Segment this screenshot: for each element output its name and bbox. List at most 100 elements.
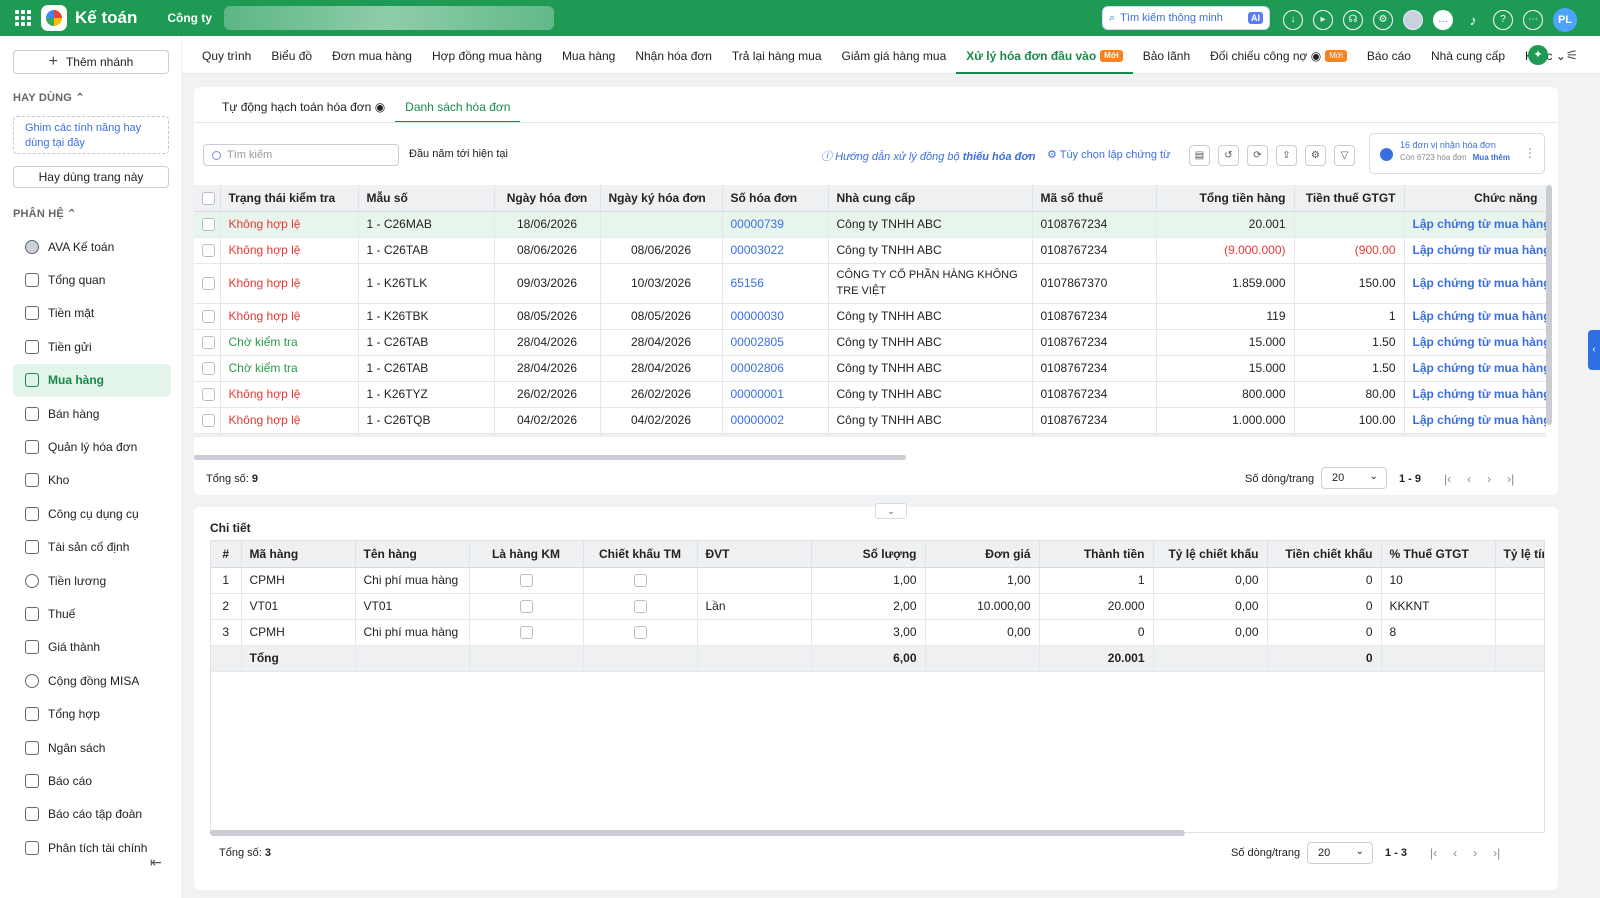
voucher-option-link[interactable]: ⚙ Tùy chọn lập chứng từ (1047, 148, 1170, 161)
create-voucher-link[interactable]: Lập chứng từ mua hàng (1413, 413, 1546, 427)
tab-purchase-order[interactable]: Đơn mua hàng (322, 36, 422, 74)
sidebar-item-report[interactable]: Báo cáo (13, 764, 171, 797)
col-form[interactable]: Mẫu số (358, 185, 495, 212)
col-total[interactable]: Tổng tiền hàng (1156, 185, 1295, 212)
user-avatar[interactable]: PL (1553, 8, 1577, 32)
prev-page-icon[interactable]: ‹ (1453, 846, 1457, 860)
invoice-row[interactable]: Không hợp lệ 1 - K26TYZ 26/02/2026 26/02/20… (194, 381, 1546, 408)
company-name-redacted[interactable] (224, 6, 555, 30)
row-checkbox[interactable] (202, 388, 215, 402)
create-voucher-link[interactable]: Lập chứng từ mua hàng (1413, 276, 1546, 290)
col-amount[interactable]: Thành tiền (1039, 541, 1154, 568)
detail-row[interactable]: 1 CPMH Chi phí mua hàng 1,00 1,00 1 0,00 0 10 (211, 567, 1544, 594)
sidebar-item-ava[interactable]: AVA Kế toán (13, 230, 171, 263)
promo-checkbox[interactable] (519, 626, 533, 640)
promo-checkbox[interactable] (519, 574, 533, 588)
history-icon[interactable]: ↺ (1218, 145, 1239, 166)
refresh-icon[interactable]: ⟳ (1247, 145, 1268, 166)
invoice-search-input[interactable]: Tìm kiếm (203, 144, 399, 166)
row-checkbox[interactable] (202, 310, 215, 324)
smart-search-box[interactable]: ⌕ Tìm kiếm thông minh AI (1102, 6, 1270, 30)
create-voucher-link[interactable]: Lập chứng từ mua hàng (1413, 387, 1546, 401)
col-discount-rate[interactable]: Tỷ lệ chiết khấu (1153, 541, 1268, 568)
more-vertical-icon[interactable]: ⋮ (1524, 146, 1536, 160)
col-trade-discount[interactable]: Chiết khấu TM (583, 541, 698, 568)
tab-purchase-return[interactable]: Trả lại hàng mua (722, 36, 832, 74)
col-number[interactable]: Số hóa đơn (722, 185, 829, 212)
first-page-icon[interactable]: |‹ (1430, 846, 1437, 860)
bell-icon[interactable]: ♪ (1463, 10, 1483, 30)
col-promo[interactable]: Là hàng KM (469, 541, 584, 568)
create-voucher-link[interactable]: Lập chứng từ mua hàng (1413, 335, 1546, 349)
modules-section-label[interactable]: PHÂN HỆ ⌃ (13, 207, 77, 220)
tab-auto-accounting[interactable]: Tự động hạch toán hóa đơn ◉ (212, 87, 395, 123)
collapse-panel-toggle[interactable]: ⌄ (875, 503, 907, 519)
filter-icon[interactable]: ▽ (1334, 145, 1355, 166)
sidebar-item-budget[interactable]: Ngân sách (13, 731, 171, 764)
sync-guide-link[interactable]: ⓘ Hướng dẫn xử lý đồng bộ thiếu hóa đơn (821, 148, 1035, 164)
trade-discount-checkbox[interactable] (633, 600, 647, 614)
tab-purchase-discount[interactable]: Giảm giá hàng mua (832, 36, 957, 74)
export-icon[interactable]: ⇪ (1276, 145, 1297, 166)
col-quantity[interactable]: Số lượng (811, 541, 926, 568)
next-page-icon[interactable]: › (1487, 472, 1491, 486)
invoice-row[interactable]: Không hợp lệ 1 - C26MAB 18/06/2026 00000739… (194, 211, 1546, 238)
sidebar-item-purchasing[interactable]: Mua hàng (13, 363, 171, 397)
col-status[interactable]: Trạng thái kiểm tra (220, 185, 359, 212)
frequent-page-button[interactable]: Hay dùng trang này (13, 166, 169, 188)
sidebar-item-community[interactable]: Cộng đồng MISA (13, 664, 171, 697)
add-branch-button[interactable]: + Thêm nhánh (13, 50, 169, 74)
row-checkbox[interactable] (202, 362, 215, 376)
invoice-row[interactable]: Không hợp lệ 1 - K26TLK 09/03/2026 10/03/20… (194, 263, 1546, 304)
invoice-number-link[interactable]: 00000002 (722, 407, 829, 434)
col-sign-date[interactable]: Ngày ký hóa đơn (600, 185, 723, 212)
sidebar-item-cost[interactable]: Giá thành (13, 631, 171, 664)
invoice-row[interactable]: Chờ kiểm tra 1 - C26TAB 28/04/2026 28/04/20… (194, 355, 1546, 382)
detail-horizontal-scrollbar[interactable] (210, 830, 1185, 836)
download-icon[interactable]: ↓ (1283, 10, 1303, 30)
avatar-icon[interactable] (1403, 10, 1423, 30)
next-page-icon[interactable]: › (1473, 846, 1477, 860)
invoice-receiver-card[interactable]: 16 đơn vị nhận hóa đơn Còn 6723 hóa đơn M… (1369, 133, 1545, 174)
tab-supplier[interactable]: Nhà cung cấp (1421, 36, 1515, 74)
frequent-section-label[interactable]: HAY DÙNG ⌃ (13, 91, 85, 104)
tab-input-invoice[interactable]: Xử lý hóa đơn đầu vào Mới (956, 36, 1133, 74)
lightbulb-icon[interactable]: ✦ (1528, 45, 1548, 65)
sidebar-item-group-report[interactable]: Báo cáo tập đoàn (13, 798, 171, 831)
horizontal-scrollbar[interactable] (194, 455, 906, 460)
trade-discount-checkbox[interactable] (633, 626, 647, 640)
invoice-number-link[interactable]: 00000739 (722, 211, 829, 238)
support-icon[interactable]: ☊ (1343, 10, 1363, 30)
create-voucher-link[interactable]: Lập chứng từ mua hàng (1413, 361, 1546, 375)
tab-debt-reconcile[interactable]: Đối chiếu công nợ ◉ Mới (1200, 36, 1357, 74)
col-unit[interactable]: ĐVT (697, 541, 812, 568)
period-filter[interactable]: Đầu năm tới hiện tại (409, 148, 508, 160)
col-item-code[interactable]: Mã hàng (241, 541, 356, 568)
row-checkbox[interactable] (202, 414, 215, 428)
play-icon[interactable]: ▸ (1313, 10, 1333, 30)
settings-icon[interactable]: ⚙ (1373, 10, 1393, 30)
chat-icon[interactable]: … (1433, 10, 1453, 30)
sidebar-item-summary[interactable]: Tổng hợp (13, 697, 171, 730)
row-checkbox[interactable] (202, 277, 215, 291)
row-checkbox[interactable] (202, 336, 215, 350)
create-voucher-link[interactable]: Lập chứng từ mua hàng (1413, 217, 1546, 231)
sidebar-item-cash[interactable]: Tiền mặt (13, 297, 171, 330)
print-icon[interactable]: ▤ (1189, 145, 1210, 166)
row-checkbox[interactable] (202, 218, 215, 232)
col-tax-code[interactable]: Mã số thuế (1032, 185, 1157, 212)
invoice-number-link[interactable]: 65156 (722, 263, 829, 304)
create-voucher-link[interactable]: Lập chứng từ mua hàng (1413, 243, 1546, 257)
tab-purchase[interactable]: Mua hàng (552, 36, 625, 74)
prev-page-icon[interactable]: ‹ (1467, 472, 1471, 486)
tab-invoice-list[interactable]: Danh sách hóa đơn (395, 87, 521, 123)
invoice-row[interactable]: Không hợp lệ 1 - K26TBK 08/05/2026 08/05/20… (194, 303, 1546, 330)
settings-icon[interactable]: ⚙ (1305, 145, 1326, 166)
col-vat[interactable]: Tiền thuế GTGT (1294, 185, 1405, 212)
vertical-scrollbar[interactable] (1546, 185, 1552, 425)
tab-chart[interactable]: Biểu đồ (261, 36, 322, 74)
col-vat-rate[interactable]: % Thuế GTGT (1381, 541, 1496, 568)
tab-process[interactable]: Quy trình (192, 36, 261, 74)
detail-rows-per-page-select[interactable]: 20 ⌄ (1307, 842, 1373, 864)
col-supplier[interactable]: Nhà cung cấp (828, 185, 1033, 212)
